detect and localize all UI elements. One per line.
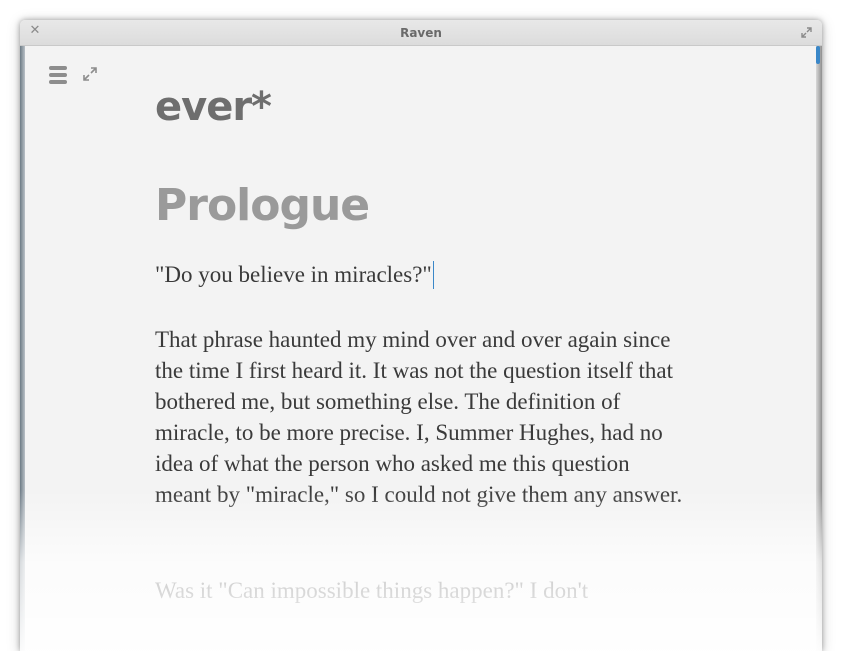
text-cursor <box>432 261 434 289</box>
window-title: Raven <box>400 26 442 40</box>
app-window: ✕ Raven ever* Prologue "Do you believe i… <box>20 20 822 651</box>
editor-paragraph[interactable]: Was it "Can impossible things happen?" I… <box>155 575 690 606</box>
document-title: ever* <box>155 84 272 130</box>
left-window-edge <box>20 46 25 651</box>
paragraph-text: "Do you believe in miracles?" <box>155 262 432 287</box>
maximize-icon[interactable] <box>801 27 812 38</box>
editor-paragraph[interactable]: That phrase haunted my mind over and ove… <box>155 324 690 510</box>
vertical-scrollbar[interactable] <box>816 46 822 651</box>
hamburger-menu-icon[interactable] <box>49 66 67 84</box>
editor-paragraph[interactable]: "Do you believe in miracles?" <box>155 259 690 290</box>
scrollbar-thumb[interactable] <box>816 46 820 64</box>
fullscreen-icon[interactable] <box>82 66 98 82</box>
title-bar[interactable]: ✕ Raven <box>20 20 822 46</box>
chapter-heading[interactable]: Prologue <box>155 180 370 231</box>
focus-fade-overlay <box>20 490 822 651</box>
